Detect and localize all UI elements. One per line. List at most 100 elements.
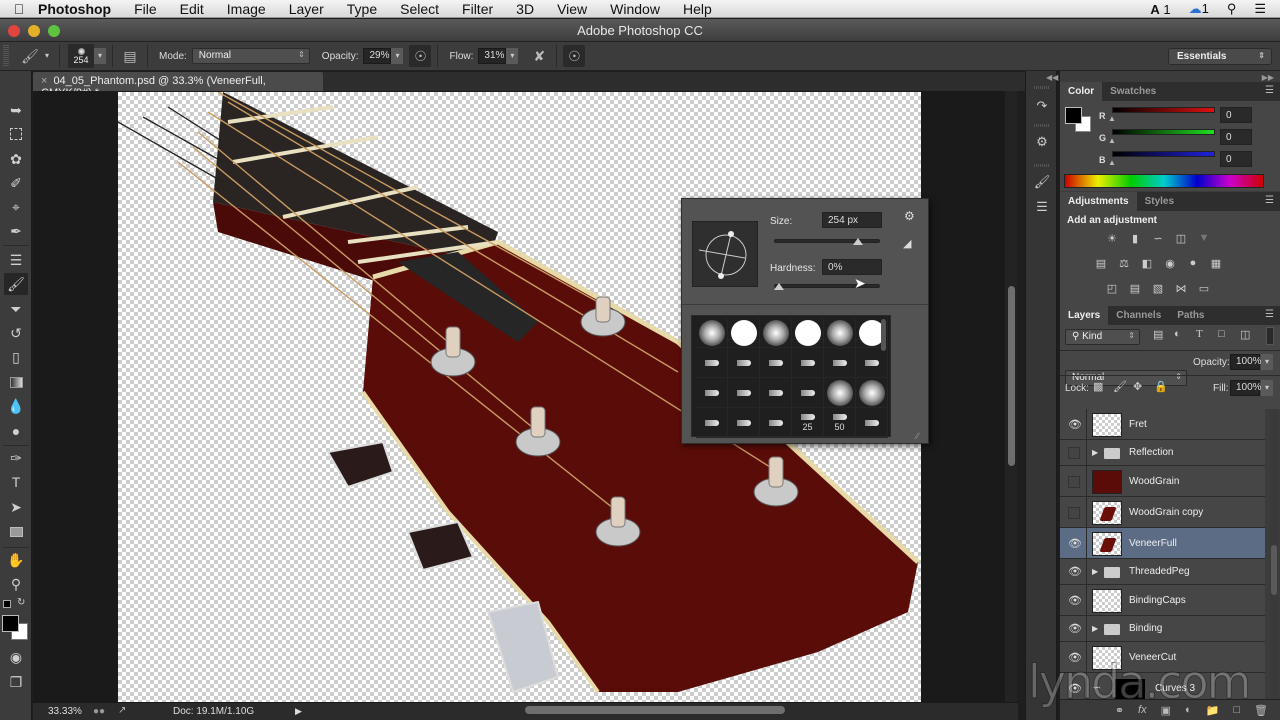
visibility-eye-icon[interactable]: 👁 [1068, 418, 1082, 432]
status-menu-arrow-icon[interactable]: ▶ [295, 706, 302, 717]
hardness-slider-handle[interactable] [774, 283, 784, 290]
layer-row[interactable]: WoodGrain [1060, 466, 1265, 497]
visibility-eye-icon[interactable]: 👁 [1068, 594, 1082, 608]
tab-color[interactable]: Color [1060, 82, 1103, 101]
brush-preset[interactable] [856, 378, 888, 408]
menu-3d[interactable]: 3D [516, 1, 534, 17]
green-slider-handle[interactable]: ▲ [1108, 136, 1116, 145]
lock-position-icon[interactable]: ✥ [1133, 380, 1142, 393]
new-preset-icon[interactable]: ◢ [903, 237, 911, 250]
size-slider-handle[interactable] [852, 238, 863, 245]
exposure-icon[interactable]: ◫ [1173, 231, 1189, 245]
brush-preset[interactable] [760, 378, 792, 408]
panel-menu-icon[interactable]: ☰ [1265, 195, 1274, 206]
green-slider[interactable] [1112, 129, 1215, 135]
layers-scroll-thumb[interactable] [1271, 545, 1277, 595]
move-tool-icon[interactable]: ➥ [4, 99, 28, 121]
delete-layer-icon[interactable]: 🗑 [1254, 704, 1268, 717]
channel-mixer-icon[interactable]: ● [1185, 256, 1201, 270]
fill-input[interactable]: 100% [1230, 380, 1262, 396]
layer-row[interactable]: 👁 VeneerFull [1060, 528, 1265, 559]
filter-pixel-icon[interactable]: ▤ [1153, 328, 1163, 341]
red-slider[interactable] [1112, 107, 1215, 113]
foreground-color-swatch[interactable] [2, 615, 19, 632]
lock-all-icon[interactable]: 🔒 [1154, 380, 1168, 393]
photo-filter-icon[interactable]: ◉ [1162, 256, 1178, 270]
tab-adjustments[interactable]: Adjustments [1060, 192, 1137, 211]
filter-smart-object-icon[interactable]: ◫ [1240, 328, 1250, 341]
adobe-status[interactable]: A 1 [1150, 2, 1170, 17]
healing-brush-tool-icon[interactable]: ☰ [4, 249, 28, 271]
pressure-size-icon[interactable]: ☉ [563, 45, 586, 67]
options-grip[interactable] [3, 45, 9, 67]
brush-preset[interactable]: 25 [792, 408, 824, 438]
filter-shape-icon[interactable]: □ [1218, 328, 1225, 340]
brush-preset[interactable] [696, 408, 728, 438]
zoom-level[interactable]: 33.33% [48, 706, 82, 717]
zoom-tool-icon[interactable]: ⚲ [4, 573, 28, 595]
menu-window[interactable]: Window [610, 1, 660, 17]
brush-preset[interactable] [792, 378, 824, 408]
menu-filter[interactable]: Filter [462, 1, 493, 17]
brush-preset[interactable] [760, 348, 792, 378]
red-slider-handle[interactable]: ▲ [1108, 114, 1116, 123]
screen-mode-icon[interactable]: ❐ [4, 671, 28, 693]
brush-preset[interactable] [824, 378, 856, 408]
brush-presets-panel-icon[interactable]: ☰ [1030, 196, 1054, 218]
marquee-tool-icon[interactable] [4, 123, 28, 145]
mode-select[interactable]: Normal ⇕ [191, 48, 310, 64]
collapse-dock-icon[interactable]: ◀◀ [1046, 73, 1058, 82]
layer-row[interactable]: 👁 ▶ Binding [1060, 616, 1265, 642]
blue-slider-handle[interactable]: ▲ [1108, 158, 1116, 167]
expand-dock-icon[interactable]: ▶▶ [1262, 73, 1274, 82]
dodge-tool-icon[interactable]: ● [4, 420, 28, 442]
gear-icon[interactable]: ⚙ [904, 209, 915, 223]
tab-swatches[interactable]: Swatches [1102, 82, 1164, 101]
brush-preset[interactable] [856, 348, 888, 378]
workspace-switcher[interactable]: Essentials ⇕ [1168, 48, 1272, 65]
brush-panel-toggle-icon[interactable]: ▤ [119, 45, 141, 67]
layer-row[interactable]: ▶ Reflection [1060, 440, 1265, 466]
foreground-color-swatch[interactable] [1065, 107, 1082, 124]
menu-view[interactable]: View [557, 1, 587, 17]
close-document-icon[interactable]: × [41, 75, 47, 87]
brightness-contrast-icon[interactable]: ☀ [1104, 231, 1120, 245]
apple-menu-icon[interactable]:  [10, 1, 28, 17]
layer-row[interactable]: WoodGrain copy [1060, 497, 1265, 528]
size-input[interactable]: 254 px [822, 212, 882, 228]
quick-selection-tool-icon[interactable]: ✐ [4, 172, 28, 194]
visibility-toggle[interactable] [1068, 475, 1080, 488]
color-lookup-icon[interactable]: ▦ [1208, 256, 1224, 270]
tool-preset-dropdown[interactable]: ▾ [41, 48, 53, 64]
quick-mask-icon[interactable]: ◉ [4, 646, 28, 668]
blur-tool-icon[interactable]: 💧 [4, 395, 28, 417]
invert-icon[interactable]: ◰ [1104, 281, 1120, 295]
pen-tool-icon[interactable]: ✑ [4, 447, 28, 469]
layer-row[interactable]: 👁 BindingCaps [1060, 585, 1265, 616]
expand-group-icon[interactable]: ▶ [1092, 624, 1098, 633]
lock-transparent-pixels-icon[interactable]: ▩ [1093, 380, 1103, 393]
green-value-input[interactable]: 0 [1220, 129, 1252, 145]
levels-icon[interactable]: ▮ [1127, 231, 1143, 245]
red-value-input[interactable]: 0 [1220, 107, 1252, 123]
fill-dropdown[interactable]: ▾ [1261, 380, 1273, 396]
black-white-icon[interactable]: ◧ [1139, 256, 1155, 270]
tab-styles[interactable]: Styles [1137, 192, 1182, 211]
filter-adjustment-icon[interactable]: ◐ [1174, 328, 1181, 340]
tab-layers[interactable]: Layers [1060, 306, 1109, 325]
tab-channels[interactable]: Channels [1108, 306, 1169, 325]
curves-icon[interactable]: ∽ [1150, 231, 1166, 245]
pressure-opacity-icon[interactable]: ☉ [409, 45, 432, 67]
history-panel-icon[interactable]: ↷ [1030, 95, 1054, 117]
layer-filter-kind-select[interactable]: ⚲ Kind ⇕ [1065, 329, 1140, 345]
menu-help[interactable]: Help [683, 1, 712, 17]
airbrush-icon[interactable]: ✘ [528, 45, 550, 67]
brush-preset-dropdown[interactable]: ▾ [94, 48, 106, 64]
rectangle-tool-icon[interactable] [4, 521, 28, 543]
path-selection-tool-icon[interactable]: ➤ [4, 496, 28, 518]
blue-value-input[interactable]: 0 [1220, 151, 1252, 167]
filter-toggle-switch[interactable] [1266, 327, 1274, 345]
clone-stamp-tool-icon[interactable]: ⏷ [4, 298, 28, 320]
brush-preset[interactable] [760, 318, 792, 348]
brush-tool-icon[interactable]: 🖌 [4, 273, 28, 295]
